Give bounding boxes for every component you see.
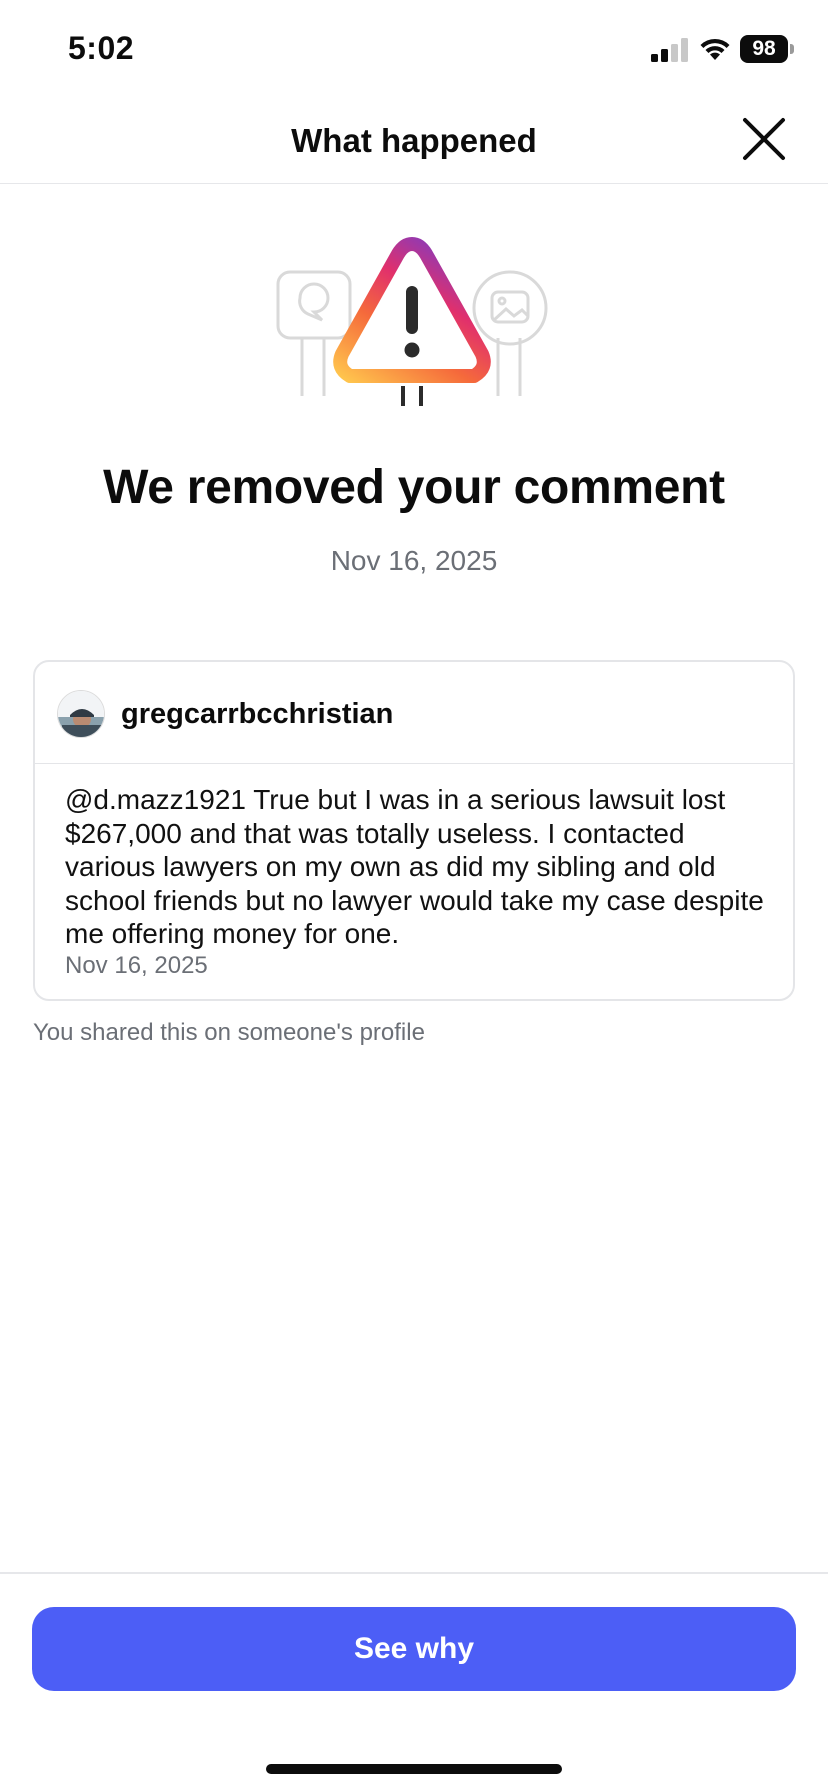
warning-icon [333,237,491,383]
battery-level: 98 [740,35,788,63]
close-icon[interactable] [735,110,793,168]
header: What happened [0,100,828,184]
status-time: 5:02 [68,30,135,66]
chat-bubble-icon [276,270,352,396]
removal-title: We removed your comment [103,461,725,514]
warning-illustration [276,237,548,406]
removal-date: Nov 16, 2025 [330,545,498,576]
status-bar: 5:02 98 [0,0,828,100]
comment-text: @d.mazz1921 True but I was in a serious … [65,784,764,949]
footer-divider [0,1572,828,1574]
page-title: What happened [291,122,537,159]
see-why-button[interactable]: See why [32,1607,796,1691]
battery-cap [790,44,794,54]
cellular-signal-icon [651,38,688,62]
battery-indicator: 98 [740,35,794,63]
wifi-icon [700,38,730,60]
comment-author-row: gregcarrbcchristian [35,662,793,764]
removed-comment-card: gregcarrbcchristian @d.mazz1921 True but… [33,660,795,1001]
comment-username[interactable]: gregcarrbcchristian [121,698,393,731]
comment-date: Nov 16, 2025 [65,952,208,979]
shared-note: You shared this on someone's profile [33,1019,425,1046]
avatar[interactable] [57,690,105,738]
image-icon [472,270,548,396]
home-indicator[interactable] [266,1764,562,1774]
